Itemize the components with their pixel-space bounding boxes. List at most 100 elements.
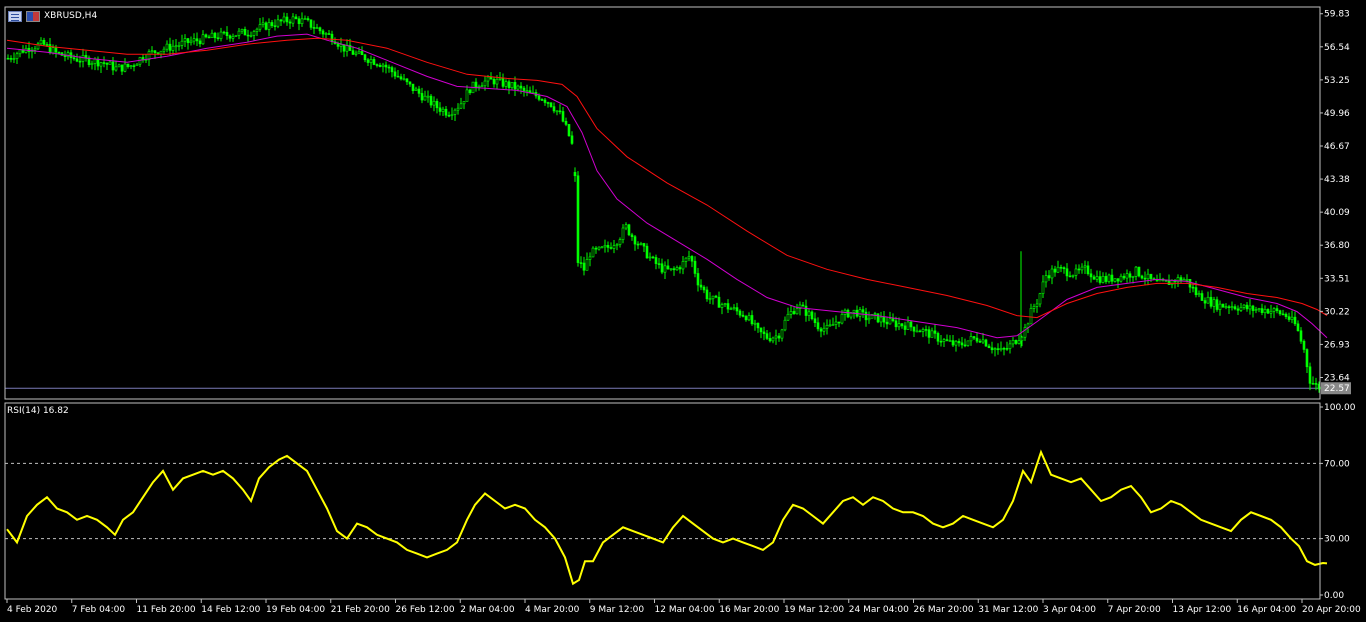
candle-body — [939, 340, 943, 343]
candle-body — [384, 64, 388, 68]
candle-body — [1050, 268, 1054, 279]
candle-body — [942, 339, 946, 342]
time-tick-label: 3 Apr 04:00 — [1043, 605, 1096, 615]
candle-body — [576, 175, 580, 263]
candle-body — [66, 52, 70, 57]
time-tick-label: 4 Mar 20:00 — [525, 605, 580, 615]
candle-body — [414, 88, 418, 91]
time-tick-label: 19 Mar 12:00 — [784, 605, 844, 615]
rsi-pane[interactable] — [5, 449, 1328, 586]
candle-body — [360, 50, 364, 56]
candle-body — [1128, 273, 1132, 278]
candle-body — [324, 33, 328, 35]
candle-body — [174, 45, 178, 48]
candle-body — [498, 78, 502, 80]
candle-body — [1296, 323, 1300, 332]
candle-body — [1071, 274, 1075, 277]
candle-body — [549, 102, 553, 107]
candle-body — [624, 224, 628, 229]
candle-body — [108, 61, 112, 65]
candle-body — [492, 78, 496, 85]
candle-body — [459, 103, 463, 109]
candle-body — [1278, 310, 1282, 315]
candle-body — [780, 329, 784, 339]
candle-body — [933, 330, 937, 334]
candle-body — [816, 322, 820, 330]
candle-body — [249, 35, 253, 37]
candle-body — [831, 324, 835, 326]
candle-body — [1074, 268, 1078, 276]
candle-body — [1197, 293, 1201, 296]
candle-body — [351, 50, 355, 55]
candle-body — [303, 18, 307, 20]
candle-body — [1092, 276, 1096, 280]
candle-body — [1302, 340, 1306, 350]
candle-body — [381, 64, 385, 67]
candle-body — [153, 50, 157, 53]
candle-body — [1137, 266, 1141, 277]
candle-body — [171, 45, 175, 51]
candle-body — [132, 65, 136, 67]
candle-body — [738, 310, 742, 316]
candle-body — [1266, 309, 1270, 314]
candle-body — [1044, 275, 1048, 283]
time-tick-label: 2 Mar 04:00 — [460, 605, 515, 615]
candle-body — [147, 51, 151, 60]
candle-body — [765, 333, 769, 339]
time-tick-label: 24 Mar 04:00 — [849, 605, 909, 615]
candle-body — [873, 313, 877, 315]
candle-body — [1299, 330, 1303, 342]
candle-body — [861, 309, 865, 313]
candle-body — [189, 40, 193, 44]
candle-body — [1230, 306, 1234, 308]
candle-body — [603, 245, 607, 248]
axes: 59.83 56.54 53.25 49.96 46.67 43.38 40.09 36.80… — [4, 6, 1361, 615]
candle-body — [567, 124, 571, 137]
candle-body — [486, 76, 490, 82]
candle-body — [660, 263, 664, 273]
candle-body — [1251, 305, 1255, 311]
candle-body — [825, 325, 829, 329]
candle-body — [759, 327, 763, 333]
candle-body — [663, 265, 667, 273]
time-tick-label: 14 Feb 12:00 — [201, 605, 260, 615]
candle-body — [1101, 276, 1105, 283]
candle-body — [837, 321, 841, 324]
candle-body — [795, 308, 799, 315]
candle-body — [693, 260, 697, 274]
time-tick-label: 4 Feb 2020 — [7, 605, 58, 615]
price-pane[interactable] — [5, 12, 1328, 393]
candle-body — [636, 243, 640, 246]
candle-body — [222, 31, 226, 34]
candle-body — [1146, 273, 1150, 280]
candle-body — [1098, 276, 1102, 283]
candle-body — [540, 99, 544, 101]
price-tick-label: 49.96 — [1324, 109, 1350, 119]
candle-body — [84, 55, 88, 59]
candle-body — [201, 34, 205, 45]
price-tick-label: 53.25 — [1324, 76, 1350, 86]
candle-body — [1257, 308, 1261, 310]
candle-body — [1095, 276, 1099, 280]
chart-svg[interactable]: 59.83 56.54 53.25 49.96 46.67 43.38 40.09 36.80… — [0, 0, 1366, 622]
time-tick-label: 12 Mar 04:00 — [655, 605, 715, 615]
candle-body — [465, 89, 469, 102]
candle-body — [963, 344, 967, 347]
chart-grid-icon[interactable] — [8, 10, 22, 22]
candle-body — [1134, 266, 1138, 277]
flag-icon[interactable] — [26, 10, 40, 22]
candle-body — [762, 331, 766, 334]
candle-body — [594, 247, 598, 250]
candle-body — [192, 38, 196, 42]
candle-body — [726, 303, 730, 310]
price-tick-label: 30.22 — [1324, 307, 1350, 317]
candle-body — [813, 318, 817, 323]
candle-body — [210, 32, 214, 39]
candle-body — [1116, 278, 1120, 282]
candle-body — [1041, 281, 1045, 294]
candle-body — [768, 338, 772, 342]
candle-body — [1239, 307, 1243, 311]
candle-body — [102, 62, 106, 64]
price-tick-label: 46.67 — [1324, 142, 1350, 152]
candle-body — [1059, 266, 1063, 269]
